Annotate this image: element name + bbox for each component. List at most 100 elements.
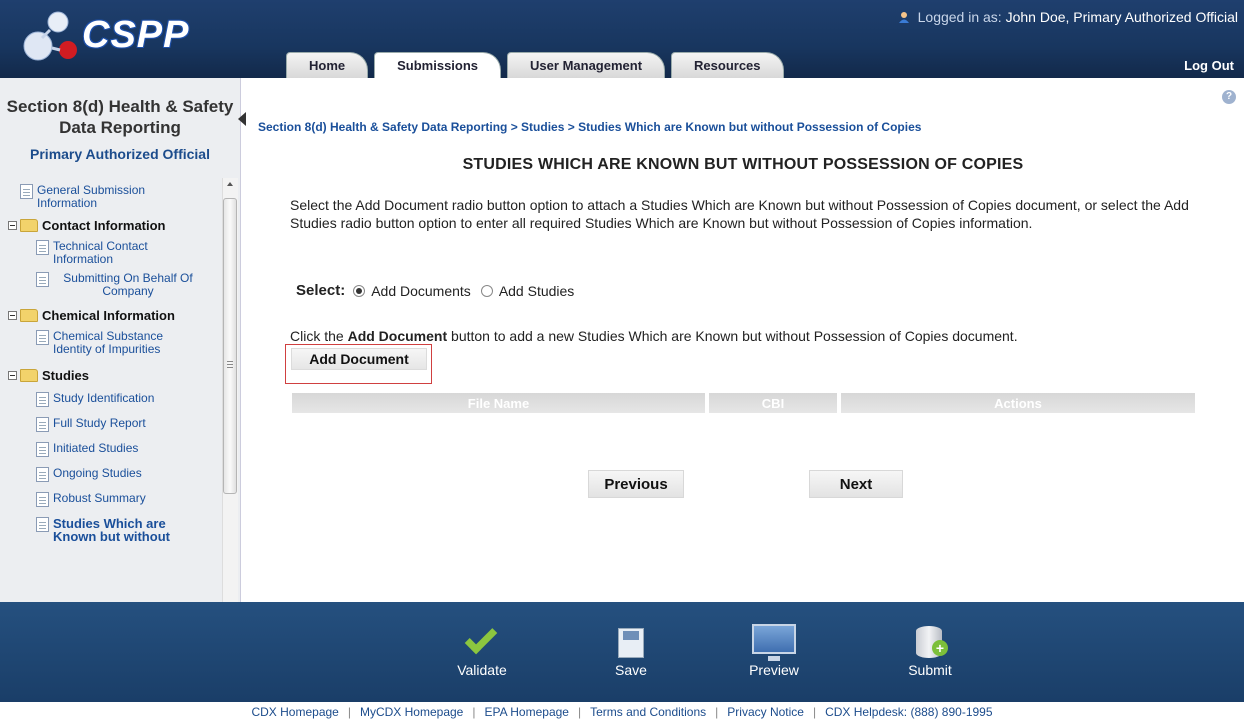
document-icon <box>36 467 49 482</box>
collapse-toggle-icon[interactable] <box>8 310 17 320</box>
folder-icon <box>20 368 38 382</box>
main-tabs: Home Submissions User Management Resourc… <box>286 52 790 78</box>
page-title: STUDIES WHICH ARE KNOWN BUT WITHOUT POSS… <box>462 156 1024 173</box>
folder-label: Contact Information <box>42 217 166 233</box>
documents-table-header: File Name CBI Actions <box>292 393 1199 413</box>
sidebar-item-label: Study Identification <box>53 391 155 405</box>
sidebar-folder-chemical[interactable]: Chemical Information <box>8 304 220 326</box>
checkmark-icon <box>464 621 498 655</box>
footer-separator: | <box>472 705 476 719</box>
column-header-cbi[interactable]: CBI <box>709 393 837 413</box>
database-add-icon <box>916 626 948 658</box>
user-icon <box>898 12 909 23</box>
column-header-file-name[interactable]: File Name <box>292 393 705 413</box>
document-icon <box>36 272 49 287</box>
footer-link-epa-homepage[interactable]: EPA Homepage <box>484 705 569 719</box>
radio-add-studies[interactable] <box>480 284 493 297</box>
logout-link[interactable]: Log Out <box>1184 58 1234 73</box>
footer-separator: | <box>577 705 582 719</box>
save-button[interactable]: Save <box>591 622 671 678</box>
radio-add-documents[interactable] <box>353 284 366 297</box>
sidebar-item-general-submission[interactable]: General Submission Information <box>8 184 220 210</box>
logo-text: CSPP <box>82 14 190 56</box>
previous-button[interactable]: Previous <box>588 470 684 498</box>
footer-link-helpdesk[interactable]: CDX Helpdesk: (888) 890-1995 <box>825 705 992 719</box>
sidebar-item-initiated-studies[interactable]: Initiated Studies <box>8 442 220 457</box>
add-document-instruction: Click the Add Document button to add a n… <box>290 328 1018 344</box>
instruction-bold: Add Document <box>347 328 448 344</box>
sidebar-item-label: Studies Which are Known but without <box>53 516 170 544</box>
sidebar-role: Primary Authorized Official <box>30 146 210 162</box>
logged-in-user: John Doe, Primary Authorized Official <box>1005 9 1238 25</box>
cspp-logo[interactable]: CSPP <box>20 10 210 66</box>
save-label: Save <box>615 662 647 678</box>
sidebar-item-submitting-on-behalf[interactable]: Submitting On Behalf Of Company <box>8 272 220 298</box>
monitor-icon <box>752 624 796 661</box>
footer-link-mycdx-homepage[interactable]: MyCDX Homepage <box>360 705 463 719</box>
main-content: ? Section 8(d) Health & Safety Data Repo… <box>242 78 1244 602</box>
logged-in-status: Logged in as: John Doe, Primary Authoriz… <box>898 9 1238 25</box>
collapse-toggle-icon[interactable] <box>8 370 17 380</box>
sidebar-item-study-identification[interactable]: Study Identification <box>8 392 220 407</box>
footer-link-cdx-homepage[interactable]: CDX Homepage <box>251 705 338 719</box>
sidebar-item-studies-known[interactable]: Studies Which are Known but without <box>8 517 220 543</box>
sidebar-item-label: Technical Contact Information <box>53 239 148 266</box>
folder-label: Studies <box>42 367 89 383</box>
radio-add-documents-label[interactable]: Add Documents <box>371 283 471 299</box>
sidebar-title: Section 8(d) Health & Safety Data Report… <box>6 97 234 137</box>
sidebar-item-technical-contact[interactable]: Technical Contact Information <box>8 240 220 266</box>
scroll-up-arrow-icon[interactable] <box>227 182 233 186</box>
add-document-button[interactable]: Add Document <box>291 348 427 370</box>
footer-separator: | <box>812 705 817 719</box>
sidebar: Section 8(d) Health & Safety Data Report… <box>0 78 241 602</box>
document-icon <box>20 184 33 199</box>
radio-add-studies-label[interactable]: Add Studies <box>499 283 575 299</box>
sidebar-folder-studies[interactable]: Studies <box>8 364 220 386</box>
submit-button[interactable]: Submit <box>890 622 970 678</box>
logged-in-prefix: Logged in as: <box>917 9 1002 25</box>
sidebar-item-full-study-report[interactable]: Full Study Report <box>8 417 220 432</box>
next-button[interactable]: Next <box>809 470 903 498</box>
footer-link-terms[interactable]: Terms and Conditions <box>590 705 706 719</box>
action-toolbar: Validate Save Preview Submit <box>0 602 1244 702</box>
tab-resources[interactable]: Resources <box>671 52 784 78</box>
column-header-actions: Actions <box>841 393 1195 413</box>
sidebar-item-label: Chemical Substance Identity of Impuritie… <box>53 329 164 356</box>
footer-link-privacy[interactable]: Privacy Notice <box>727 705 804 719</box>
instruction-prefix: Click the <box>290 328 348 344</box>
document-icon <box>36 517 49 532</box>
document-icon <box>36 417 49 432</box>
save-icon <box>618 628 644 658</box>
add-document-highlight: Add Document <box>285 344 432 384</box>
document-icon <box>36 492 49 507</box>
sidebar-item-chemical-substance[interactable]: Chemical Substance Identity of Impuritie… <box>8 330 220 356</box>
preview-label: Preview <box>749 662 799 678</box>
sidebar-folder-contact[interactable]: Contact Information <box>8 214 220 236</box>
footer-separator: | <box>715 705 719 719</box>
document-icon <box>36 240 49 255</box>
sidebar-item-robust-summary[interactable]: Robust Summary <box>8 492 220 507</box>
tab-home[interactable]: Home <box>286 52 369 78</box>
footer: CDX Homepage | MyCDX Homepage | EPA Homepage… <box>0 702 1244 723</box>
folder-icon <box>20 308 38 322</box>
preview-button[interactable]: Preview <box>734 622 814 678</box>
logo-molecule-icon <box>23 11 77 61</box>
sidebar-item-label: Submitting On Behalf Of Company <box>63 271 193 298</box>
folder-icon <box>20 218 38 232</box>
collapse-toggle-icon[interactable] <box>8 220 17 230</box>
breadcrumb[interactable]: Section 8(d) Health & Safety Data Report… <box>258 120 921 134</box>
tab-submissions[interactable]: Submissions <box>374 52 502 78</box>
select-mode-row: Select: Add Documents Add Studies <box>296 282 584 299</box>
header: CSPP Logged in as: John Doe, Primary Aut… <box>0 0 1244 78</box>
select-label: Select: <box>296 282 346 299</box>
document-icon <box>36 442 49 457</box>
sidebar-item-label: Robust Summary <box>53 491 146 505</box>
document-icon <box>36 330 49 345</box>
instruction-suffix: button to add a new Studies Which are Kn… <box>447 328 1018 344</box>
help-icon[interactable]: ? <box>1222 90 1236 104</box>
sidebar-item-ongoing-studies[interactable]: Ongoing Studies <box>8 467 220 482</box>
sidebar-item-label: Full Study Report <box>53 416 146 430</box>
tab-user-management[interactable]: User Management <box>507 52 666 78</box>
validate-button[interactable]: Validate <box>442 621 522 678</box>
sidebar-scroll-thumb[interactable] <box>223 198 237 494</box>
